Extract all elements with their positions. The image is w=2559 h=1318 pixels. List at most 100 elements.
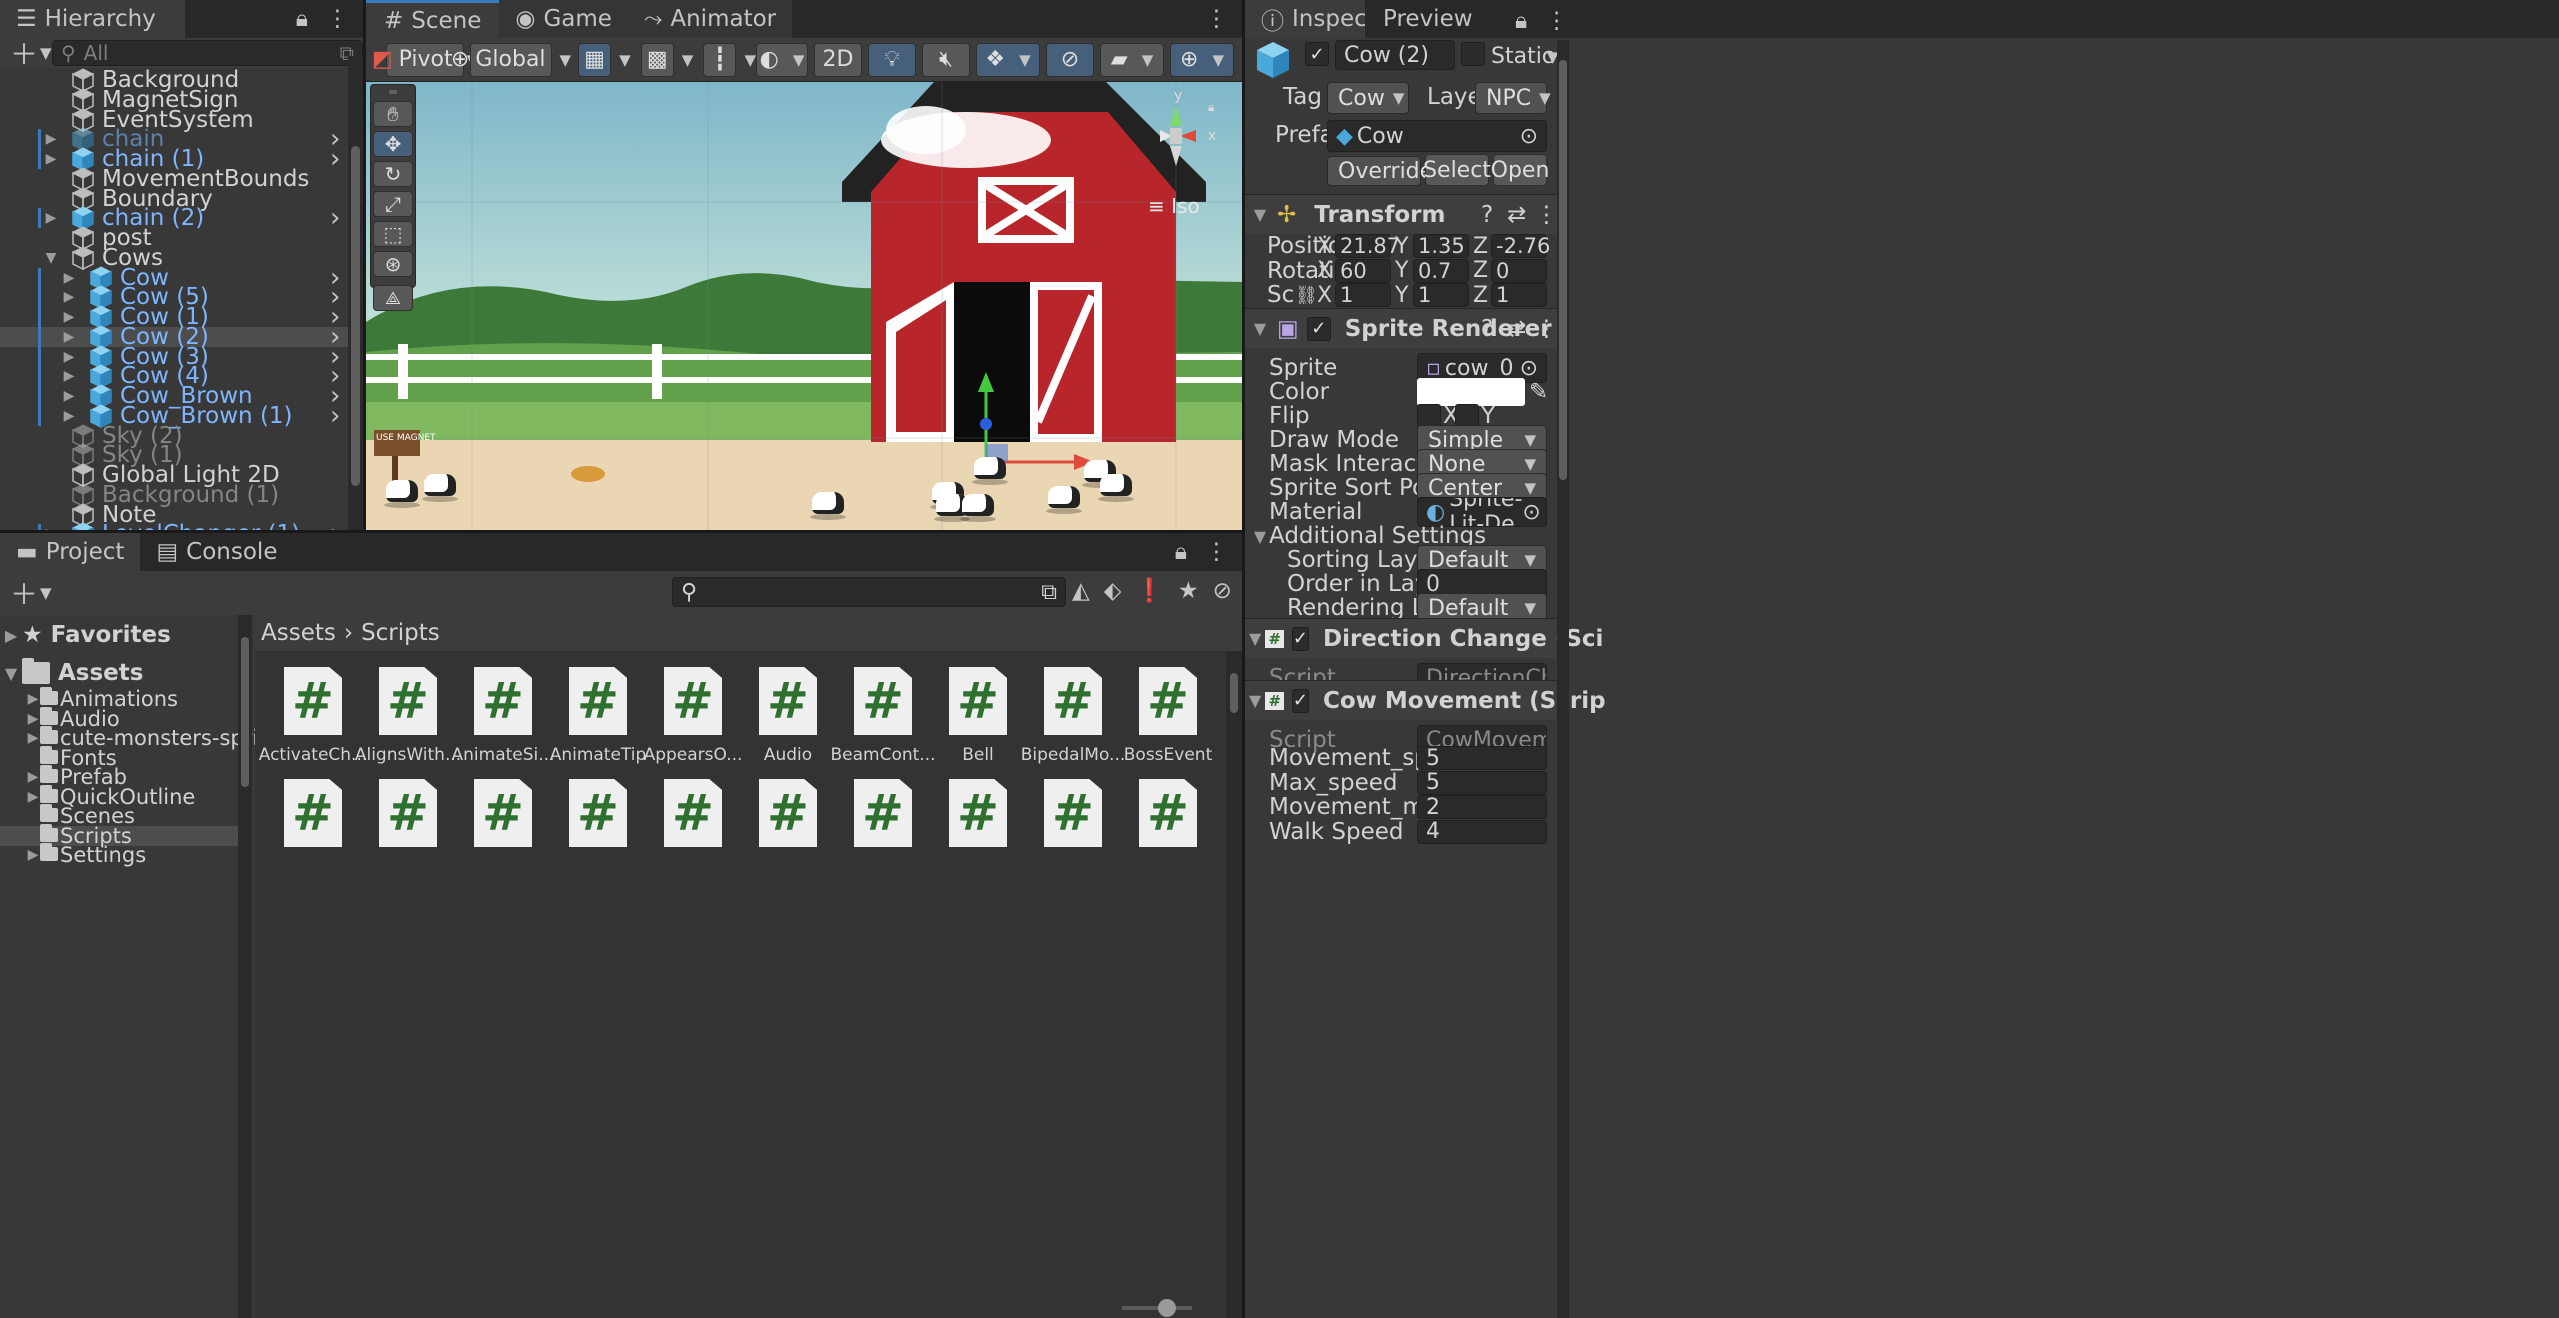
gizmos-button[interactable]: ⊕ ▼ (1170, 42, 1235, 77)
gizmo-lock-icon[interactable]: 🔒︎ (1208, 100, 1214, 115)
filter-label-icon[interactable]: ⬖ (1104, 578, 1122, 604)
script-asset[interactable]: # AnimateSi... (448, 667, 558, 765)
field-input[interactable]: 2 (1417, 795, 1547, 820)
lighting-toggle-button[interactable]: 💡︎ (868, 42, 917, 77)
cow-movement-enabled-checkbox[interactable]: ✓ (1291, 688, 1309, 713)
script-asset[interactable]: # AppearsO... (638, 667, 748, 765)
hierarchy-item[interactable]: EventSystem (0, 107, 348, 133)
expand-arrow-icon[interactable]: ▶ (58, 368, 80, 384)
assets-row[interactable]: ▼ Assets (0, 657, 238, 689)
filter-log-icon[interactable]: ❗ (1135, 577, 1164, 604)
tab-project[interactable]: ▬ Project (0, 533, 141, 571)
script-asset[interactable]: # (543, 779, 653, 847)
palette-grip-icon[interactable]: ═ (371, 85, 415, 99)
move-tool[interactable]: ✥ (373, 131, 413, 157)
sprite-renderer-enabled-checkbox[interactable]: ✓ (1306, 316, 1331, 341)
axis-x-label[interactable]: X (1317, 283, 1332, 308)
layer-dropdown[interactable]: NPC ▼ (1475, 82, 1551, 114)
scale-tool[interactable]: ⤢ (373, 191, 413, 217)
presets-icon[interactable]: ⇄ (1507, 316, 1526, 342)
expand-arrow-icon[interactable]: ▶ (58, 388, 80, 404)
transform-rot-y-input[interactable]: 0.7 (1413, 258, 1469, 283)
expand-arrow-icon[interactable]: ▶ (58, 309, 80, 325)
constrain-proportions-icon[interactable]: ⛓ (1295, 285, 1318, 306)
open-prefab-chevron-icon[interactable]: › (330, 519, 340, 530)
tab-scene[interactable]: # Scene (366, 0, 500, 38)
script-asset[interactable]: # BipedalMo... (1018, 667, 1128, 765)
expand-arrow-icon[interactable]: ▶ (58, 408, 80, 424)
cow-sprite[interactable] (972, 457, 1008, 485)
collapse-arrow-icon[interactable]: ▼ (0, 664, 22, 683)
tab-preview[interactable]: Preview (1365, 0, 1477, 38)
script-asset[interactable]: # (258, 779, 368, 847)
cow-sprite[interactable] (384, 480, 420, 508)
script-asset[interactable]: # (1113, 779, 1223, 847)
search-options-icon[interactable]: ⧉ (1041, 580, 1057, 605)
transform-tool[interactable]: ⊛ (373, 251, 413, 277)
script-asset[interactable]: # AlignsWith... (353, 667, 463, 765)
field-input[interactable]: 4 (1417, 819, 1547, 844)
axis-y-label[interactable]: Y (1395, 283, 1408, 308)
expand-arrow-icon[interactable]: ▶ (40, 526, 62, 530)
script-asset[interactable]: # (1018, 779, 1128, 847)
add-icon[interactable]: ＋ (10, 33, 38, 73)
script-asset[interactable]: # Bell (923, 667, 1033, 765)
prefab-field[interactable]: ◆ Cow ⊙ (1327, 120, 1547, 152)
prefab-open-button[interactable]: Open (1491, 154, 1549, 186)
transform-header[interactable]: ▼ ✢ Transform ? ⇄ ⋮ (1245, 194, 1558, 234)
tab-animator[interactable]: ⤳ Animator (627, 0, 793, 38)
inspector-scroll-thumb[interactable] (1559, 60, 1567, 480)
collapse-arrow-icon[interactable]: ▼ (1249, 629, 1261, 648)
collapse-arrow-icon[interactable]: ▼ (1249, 205, 1271, 224)
expand-arrow-icon[interactable]: ▶ (58, 329, 80, 345)
grid-visibility-dropdown[interactable]: ▼ (682, 51, 694, 69)
increment-snap-button[interactable]: ┇ (703, 42, 737, 77)
axis-x-label[interactable]: X (1317, 258, 1332, 283)
component-menu-icon[interactable]: ⋮ (1535, 316, 1558, 342)
sprite-renderer-header[interactable]: ▼ ▣ ✓ Sprite Renderer ? ⇄ ⋮ (1245, 308, 1558, 348)
zoom-slider-handle[interactable] (1158, 1299, 1176, 1317)
expand-arrow-icon[interactable]: ▶ (40, 131, 62, 147)
transform-pos-y-input[interactable]: 1.35 (1413, 234, 1469, 258)
favorites-row[interactable]: ▶ ★ Favorites (0, 619, 238, 651)
hand-tool[interactable]: ✋︎ (373, 101, 413, 127)
hierarchy-item[interactable]: ▼ Cows (0, 245, 348, 271)
expand-arrow-icon[interactable]: ▶ (58, 349, 80, 365)
project-search-input[interactable]: ⚲ ⧉ (672, 577, 1066, 607)
expand-arrow-icon[interactable]: ▶ (58, 270, 80, 286)
direction-change-enabled-checkbox[interactable]: ✓ (1291, 626, 1309, 651)
static-checkbox[interactable] (1461, 42, 1485, 66)
axis-z-label[interactable]: Z (1473, 258, 1488, 283)
component-menu-icon[interactable]: ⋮ (1535, 202, 1558, 228)
script-asset[interactable]: # (828, 779, 938, 847)
transform-rot-x-input[interactable]: 60 (1335, 258, 1391, 283)
prefab-select-button[interactable]: Select (1423, 154, 1491, 186)
favorite-star-icon[interactable]: ★ (1178, 578, 1199, 604)
tag-dropdown[interactable]: Cow ▼ (1327, 82, 1409, 114)
script-asset[interactable]: # (353, 779, 463, 847)
transform-rot-z-input[interactable]: 0 (1491, 258, 1547, 283)
cow-sprite[interactable] (1046, 486, 1082, 514)
2d-toggle-button[interactable]: 2D (814, 42, 863, 77)
cow-sprite[interactable] (1098, 474, 1134, 502)
hierarchy-item[interactable]: Background (1) (0, 482, 348, 508)
transform-scale-z-input[interactable]: 1 (1491, 283, 1547, 307)
field-input[interactable]: 5 (1417, 746, 1547, 771)
transform-pos-x-input[interactable]: 21.87 (1335, 234, 1400, 258)
hierarchy-item[interactable]: ▶ LevelChanger (1) › (0, 519, 348, 530)
rotate-tool[interactable]: ↻ (373, 161, 413, 187)
script-asset[interactable]: # (448, 779, 558, 847)
script-asset[interactable]: # BeamCont... (828, 667, 938, 765)
folder-tree-scroll-thumb[interactable] (241, 637, 249, 787)
breadcrumb-scripts[interactable]: Scripts (361, 620, 440, 646)
asset-folder-item[interactable]: ▶ Settings (0, 843, 238, 867)
lock-icon[interactable]: 🔒︎ (1175, 539, 1187, 565)
more-menu-icon[interactable]: ⋮ (1205, 539, 1228, 565)
rect-tool[interactable]: ⬚ (373, 221, 413, 247)
asset-folder-item[interactable]: ▶ cute-monsters-sprite-pac (0, 726, 325, 750)
tab-inspector[interactable]: ⓘ Inspector (1245, 0, 1399, 38)
overrides-dropdown[interactable]: Overrides▼ (1327, 156, 1464, 186)
audio-toggle-button[interactable]: 🔇︎ (922, 42, 971, 77)
axis-x-label[interactable]: X (1317, 234, 1332, 259)
axis-y-label[interactable]: Y (1395, 258, 1408, 283)
